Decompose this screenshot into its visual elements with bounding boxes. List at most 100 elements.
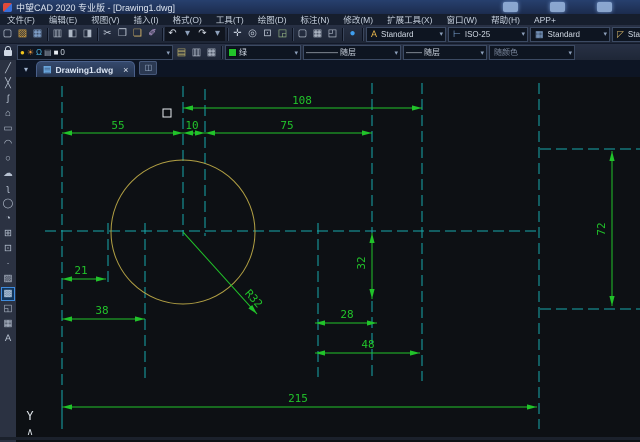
plot-icon[interactable]: ▥ — [50, 27, 65, 41]
dimension-text[interactable]: 75 — [280, 119, 293, 132]
copy-icon[interactable]: ❐ — [115, 27, 130, 41]
plot-style-value: 随颜色 — [492, 47, 565, 58]
tab-close-icon[interactable]: × — [117, 65, 128, 75]
menu-item[interactable]: 插入(I) — [127, 14, 166, 26]
layer-isolate-button[interactable]: ▦ — [204, 46, 219, 60]
chevron-down-icon[interactable]: ▾ — [291, 49, 298, 57]
publish-icon[interactable]: ◨ — [80, 27, 95, 41]
drawing-canvas[interactable]: 551075108213828482153272R32Y∧ — [16, 77, 640, 437]
dimension-text[interactable]: 21 — [74, 264, 87, 277]
dimension-text[interactable]: 38 — [95, 304, 108, 317]
point-tool[interactable]: ∙ — [1, 257, 15, 271]
menu-item[interactable]: 帮助(H) — [484, 14, 527, 26]
rectangle-tool[interactable]: ▭ — [1, 122, 15, 136]
minimize-button[interactable] — [503, 2, 518, 12]
gradient-tool[interactable]: ▩ — [1, 287, 15, 301]
menu-item[interactable]: 绘图(D) — [251, 14, 294, 26]
chevron-down-icon[interactable]: ▾ — [518, 30, 525, 38]
close-button[interactable] — [597, 2, 612, 12]
dimension-text[interactable]: 72 — [595, 222, 608, 235]
chevron-down-icon[interactable]: ▾ — [163, 49, 170, 57]
menu-item[interactable]: 窗口(W) — [439, 14, 484, 26]
menu-item[interactable]: 格式(O) — [166, 14, 209, 26]
insert-block-tool[interactable]: ⊞ — [1, 227, 15, 241]
viewport-new-icon[interactable]: ◰ — [325, 27, 340, 41]
toolbar-separator — [162, 28, 163, 41]
dimension-text[interactable]: 28 — [340, 308, 353, 321]
line-tool[interactable]: ╱ — [1, 62, 15, 76]
zoom-previous-icon[interactable]: ◲ — [275, 27, 290, 41]
dimension-text[interactable]: 32 — [355, 256, 368, 269]
tab-drawing1[interactable]: ▤ Drawing1.dwg × — [36, 61, 135, 77]
zoom-window-icon[interactable]: ⊡ — [260, 27, 275, 41]
hatch-tool[interactable]: ▨ — [1, 272, 15, 286]
revision-cloud-tool[interactable]: ☁ — [1, 167, 15, 181]
save-icon[interactable]: ▦ — [30, 27, 45, 41]
radius-dimension-line[interactable] — [183, 232, 257, 314]
layer-combo[interactable]: ●☀Ω▤■ 0 ▾ — [17, 45, 173, 60]
menu-item[interactable]: 文件(F) — [0, 14, 42, 26]
dimension-text[interactable]: 48 — [361, 338, 374, 351]
chevron-down-icon[interactable]: ▾ — [436, 30, 443, 38]
new-tab-button[interactable]: ◫ — [139, 61, 157, 75]
linetype-combo[interactable]: ———— 随层 ▾ — [303, 45, 401, 60]
maximize-button[interactable] — [550, 2, 565, 12]
table-tool[interactable]: ▦ — [1, 317, 15, 331]
layer-previous-button[interactable]: ▥ — [189, 46, 204, 60]
menu-item[interactable]: 扩展工具(X) — [380, 14, 439, 26]
redo-caret-icon[interactable]: ▾ — [210, 27, 225, 41]
zoom-realtime-icon[interactable]: ◎ — [245, 27, 260, 41]
dimension-text[interactable]: R32 — [242, 287, 265, 310]
dimension-text[interactable]: 10 — [185, 119, 198, 132]
tab-list-chevron-icon[interactable]: ▾ — [16, 65, 36, 77]
new-file-icon[interactable]: ▢ — [0, 27, 15, 41]
menu-item[interactable]: 视图(V) — [84, 14, 126, 26]
chevron-down-icon[interactable]: ▾ — [565, 49, 572, 57]
create-block-tool[interactable]: ⊡ — [1, 242, 15, 256]
mleader-style-combo[interactable]: ◸ Standard ▾ — [612, 27, 640, 42]
spline-tool[interactable]: ʅ — [1, 182, 15, 196]
menu-item[interactable]: 修改(M) — [336, 14, 380, 26]
color-combo[interactable]: 绿 ▾ — [225, 45, 301, 60]
plot-style-combo[interactable]: 随颜色 ▾ — [489, 45, 575, 60]
view-sphere-icon[interactable]: ● — [345, 27, 360, 41]
paste-icon[interactable]: ❏ — [130, 27, 145, 41]
chevron-down-icon[interactable]: ▾ — [600, 30, 607, 38]
ellipse-tool[interactable]: ◯ — [1, 197, 15, 211]
mtext-tool[interactable]: A — [1, 332, 15, 346]
menu-item[interactable]: 工具(T) — [209, 14, 251, 26]
circle-tool[interactable]: ○ — [1, 152, 15, 166]
lineweight-combo[interactable]: —— 随层 ▾ — [403, 45, 487, 60]
plot-preview-icon[interactable]: ◧ — [65, 27, 80, 41]
region-tool[interactable]: ◱ — [1, 302, 15, 316]
layer-states-button[interactable]: ▤ — [174, 46, 189, 60]
viewport-single-icon[interactable]: ▢ — [295, 27, 310, 41]
viewport-grid-icon[interactable]: ▦ — [310, 27, 325, 41]
chevron-down-icon[interactable]: ▾ — [477, 49, 484, 57]
menu-item[interactable]: 标注(N) — [294, 14, 337, 26]
undo-caret-icon[interactable]: ▾ — [180, 27, 195, 41]
polyline-tool[interactable]: ʃ — [1, 92, 15, 106]
pan-icon[interactable]: ✛ — [230, 27, 245, 41]
table-style-combo[interactable]: ▦ Standard ▾ — [530, 27, 610, 42]
redo-button[interactable]: ↷ — [195, 27, 210, 41]
menu-item[interactable]: 编辑(E) — [42, 14, 84, 26]
chevron-down-icon[interactable]: ▾ — [391, 49, 398, 57]
construction-line-tool[interactable]: ╳ — [1, 77, 15, 91]
undo-button[interactable]: ↶ — [165, 27, 180, 41]
pickbox-cursor[interactable] — [163, 109, 171, 117]
ellipse-arc-tool[interactable]: ◔ — [1, 212, 15, 226]
arc-tool[interactable]: ◠ — [1, 137, 15, 151]
open-file-icon[interactable]: ▨ — [15, 27, 30, 41]
layer-properties-icon[interactable] — [4, 50, 12, 56]
text-style-combo[interactable]: A Standard ▾ — [366, 27, 446, 42]
match-properties-icon[interactable]: ✐ — [145, 27, 160, 41]
menu-item[interactable]: APP+ — [527, 15, 563, 25]
dimension-text[interactable]: 215 — [288, 392, 308, 405]
dim-style-combo[interactable]: ⊢ ISO-25 ▾ — [448, 27, 528, 42]
drawing-svg[interactable]: 551075108213828482153272R32Y∧ — [16, 77, 640, 437]
dimension-text[interactable]: 55 — [111, 119, 124, 132]
cut-icon[interactable]: ✂ — [100, 27, 115, 41]
polygon-tool[interactable]: ⌂ — [1, 107, 15, 121]
dimension-text[interactable]: 108 — [292, 94, 312, 107]
